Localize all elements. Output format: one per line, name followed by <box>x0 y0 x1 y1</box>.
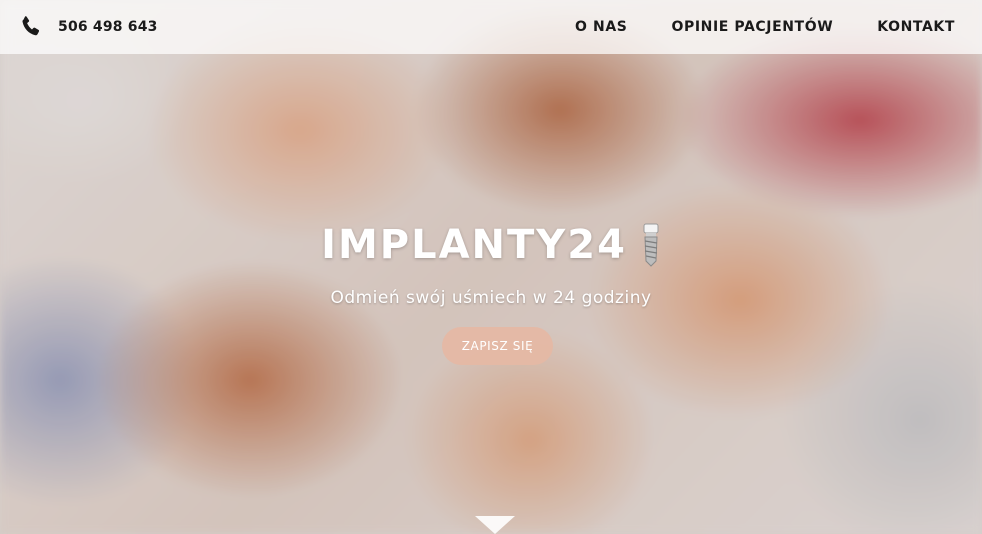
dental-implant-icon <box>643 223 659 267</box>
hero-tagline: Odmień swój uśmiech w 24 godziny <box>330 288 652 308</box>
hero-section: IMPLANTY24 Odmień swój uśmiech w 24 godz… <box>0 0 982 534</box>
hero-brand: IMPLANTY24 <box>0 222 982 268</box>
scroll-down-arrow-icon[interactable] <box>475 516 515 534</box>
signup-button[interactable]: ZAPISZ SIĘ <box>442 327 553 365</box>
hero-title: IMPLANTY24 <box>321 222 627 268</box>
